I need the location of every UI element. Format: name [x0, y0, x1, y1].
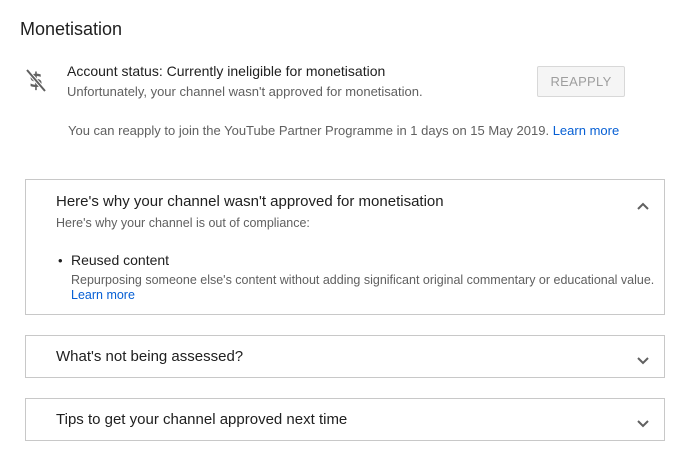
- tips-panel[interactable]: Tips to get your channel approved next t…: [25, 398, 665, 441]
- page-title: Monetisation: [20, 19, 123, 39]
- not-assessed-panel[interactable]: What's not being assessed?: [25, 335, 665, 378]
- panel-heading[interactable]: What's not being assessed?: [56, 348, 243, 365]
- reapply-info-text: You can reapply to join the YouTube Part…: [68, 123, 550, 138]
- chevron-down-icon[interactable]: [636, 416, 650, 428]
- reason-title: Reused content: [71, 252, 170, 268]
- reason-description: Repurposing someone else's content witho…: [71, 273, 656, 303]
- panel-heading[interactable]: Tips to get your channel approved next t…: [56, 411, 347, 428]
- reason-description-text: Repurposing someone else's content witho…: [71, 273, 655, 287]
- reapply-info: You can reapply to join the YouTube Part…: [68, 123, 619, 138]
- panel-heading[interactable]: Here's why your channel wasn't approved …: [56, 193, 444, 210]
- account-status-text: Account status: Currently ineligible for…: [67, 63, 386, 79]
- reason-learn-more-link[interactable]: Learn more: [71, 288, 135, 302]
- reapply-button[interactable]: REAPPLY: [537, 66, 625, 97]
- panel-subtitle: Here's why your channel is out of compli…: [56, 216, 310, 230]
- monetisation-page: Monetisation $ Account status: Currently…: [0, 0, 681, 468]
- not-approved-reasons-panel: Here's why your channel wasn't approved …: [25, 179, 665, 315]
- chevron-down-icon[interactable]: [636, 353, 650, 365]
- learn-more-link[interactable]: Learn more: [553, 123, 619, 138]
- bullet-icon: •: [58, 253, 63, 268]
- no-money-icon: $: [24, 66, 48, 94]
- chevron-up-icon[interactable]: [636, 198, 650, 210]
- account-status-subtext: Unfortunately, your channel wasn't appro…: [67, 84, 423, 99]
